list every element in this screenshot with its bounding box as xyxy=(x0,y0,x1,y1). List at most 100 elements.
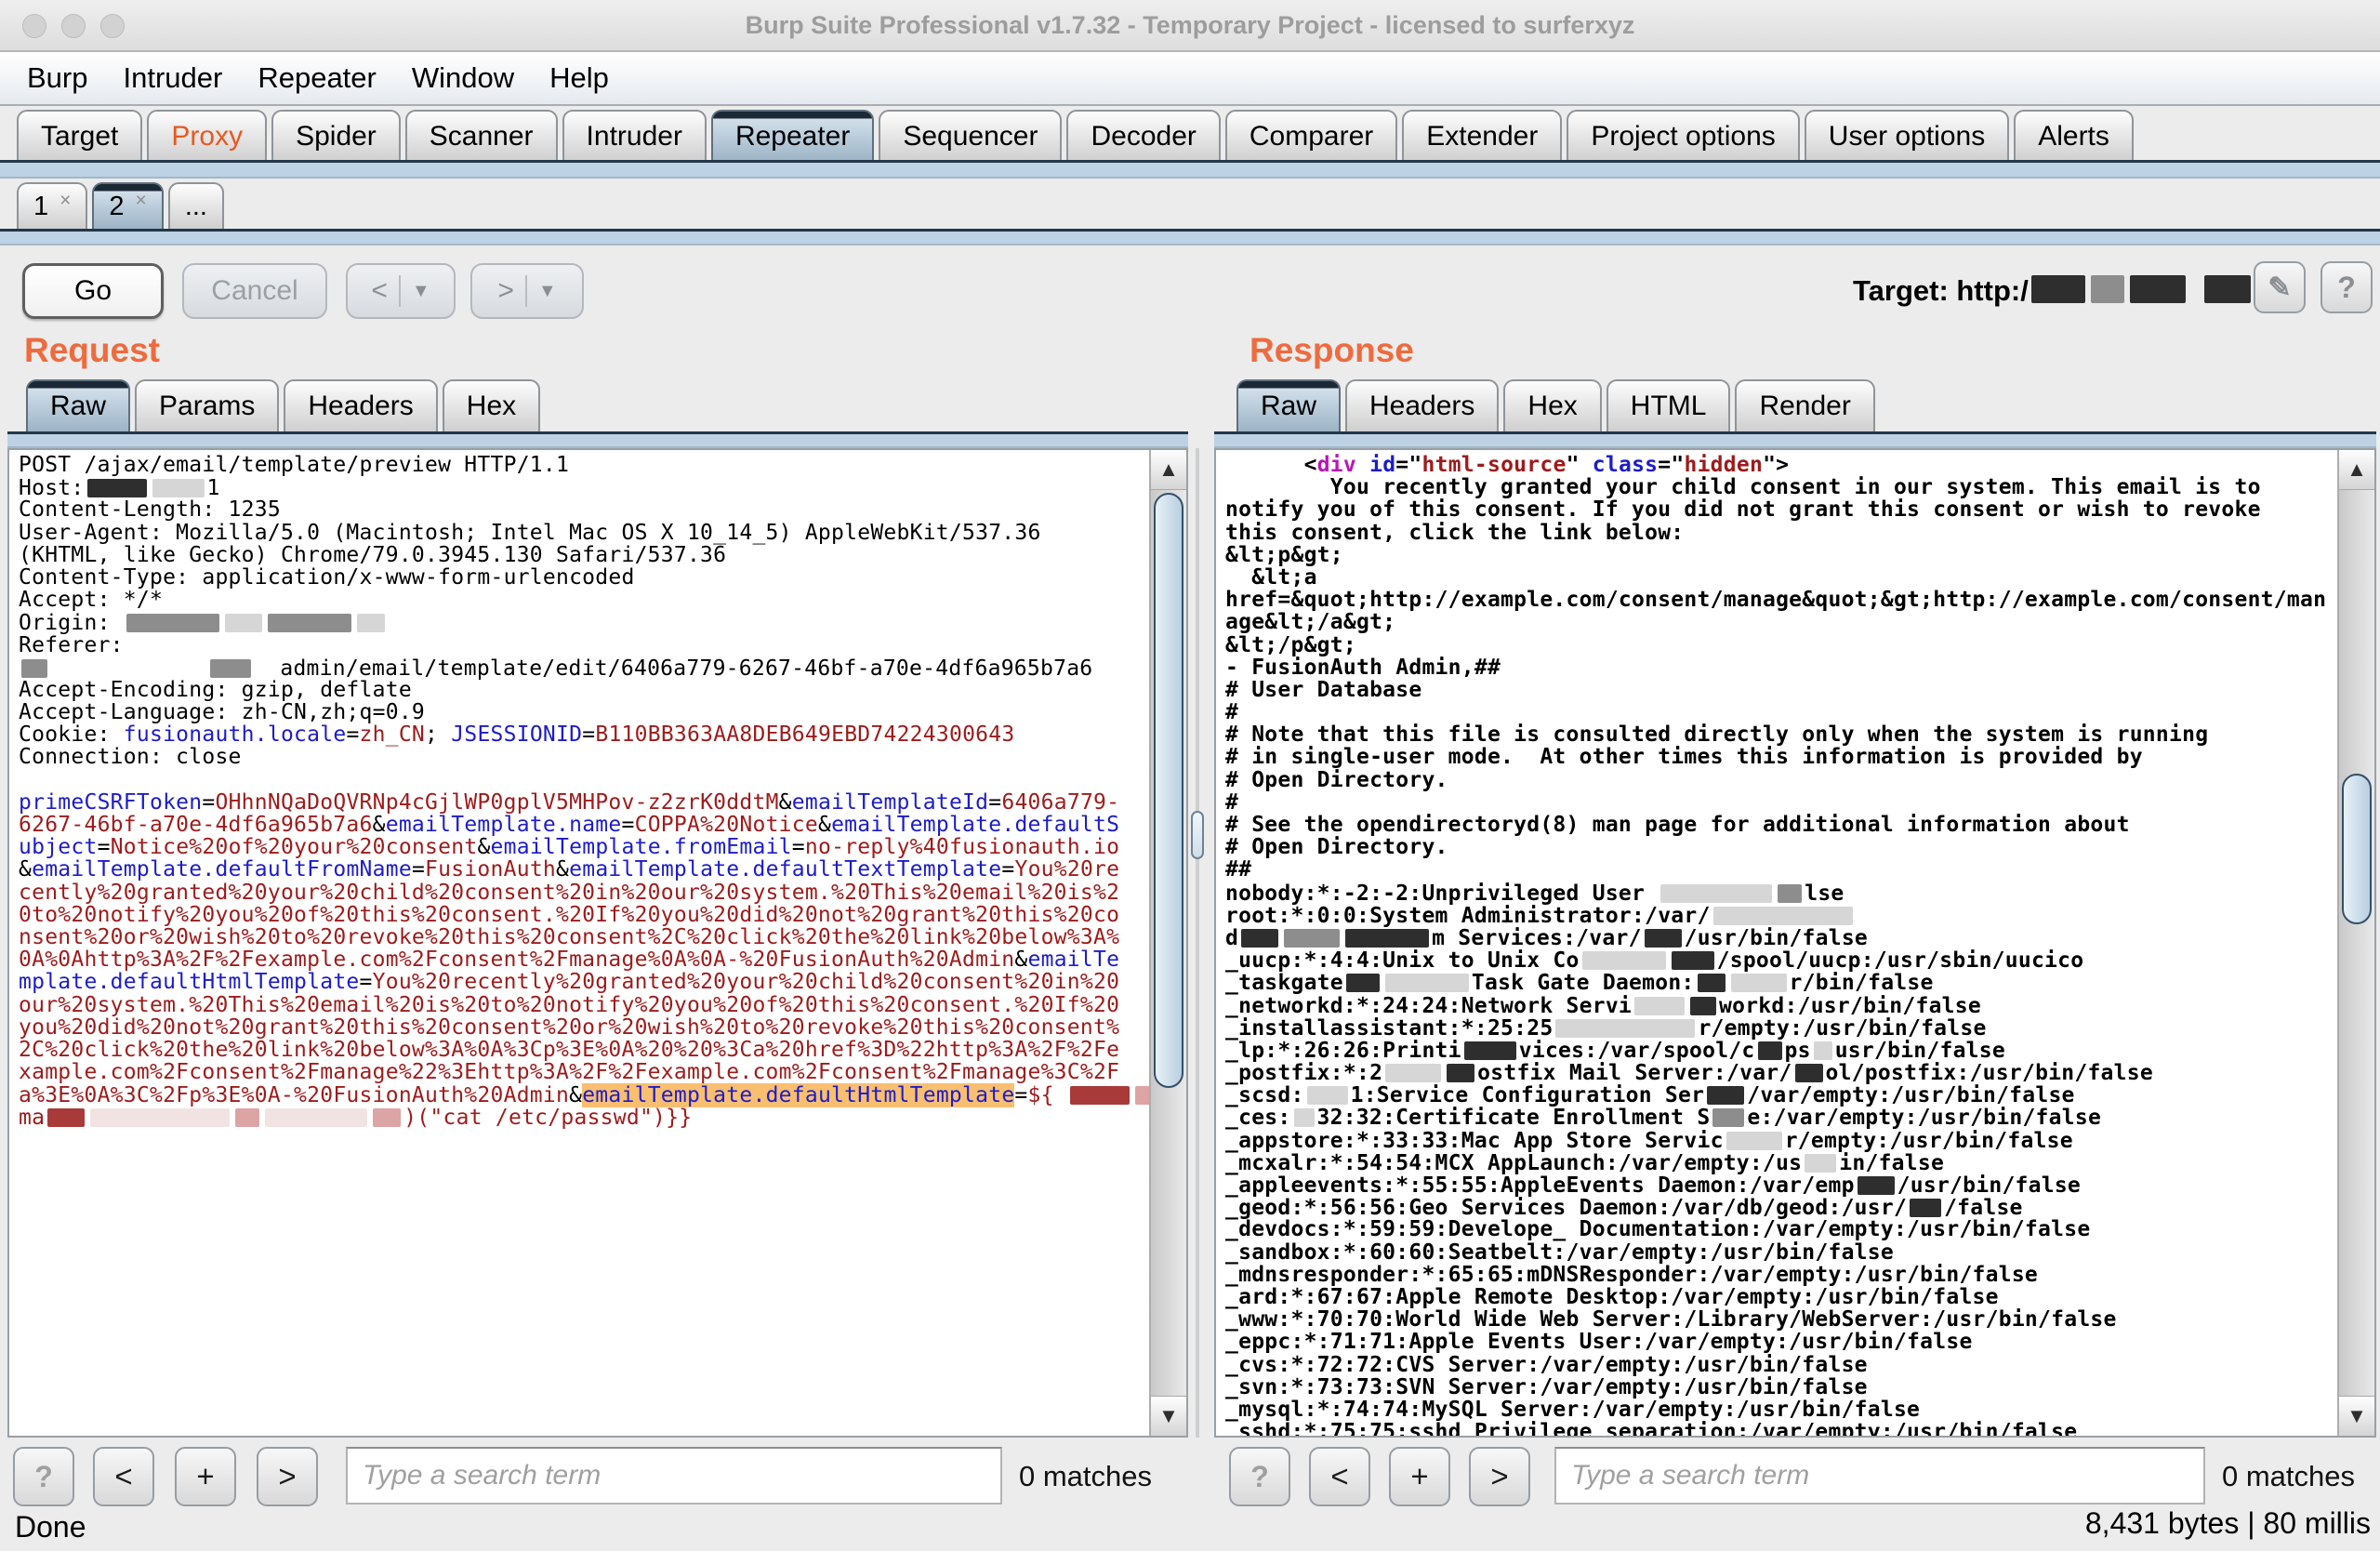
response-view-tab-render[interactable]: Render xyxy=(1735,379,1874,431)
prev-request-button[interactable]: <▼ xyxy=(346,263,456,319)
edit-target-button[interactable]: ✎ xyxy=(2254,261,2306,313)
text-segment: _devdocs:*:59:59:Develope_ Documentation… xyxy=(1225,1217,2090,1241)
redaction-block xyxy=(210,659,251,678)
text-segment: mplate.defaultHtmlTemplate xyxy=(19,970,360,994)
repeater-tab-[interactable]: ... xyxy=(168,182,224,229)
minimize-window-icon[interactable] xyxy=(61,14,86,38)
request-view-tab-raw[interactable]: Raw xyxy=(26,379,130,431)
response-search-add-button[interactable]: + xyxy=(1389,1447,1450,1506)
splitter-handle[interactable] xyxy=(1191,811,1204,859)
request-scrollbar[interactable]: ▲ ▼ xyxy=(1149,450,1186,1436)
go-button[interactable]: Go xyxy=(22,263,164,319)
right-arrow-icon: > xyxy=(278,1459,296,1494)
request-search-add-button[interactable]: + xyxy=(175,1447,236,1506)
response-search-next-button[interactable]: > xyxy=(1469,1447,1530,1506)
menu-burp[interactable]: Burp xyxy=(9,61,105,95)
text-segment: xample.com%2Fconsent%2Fmanage%22%3Ehttp%… xyxy=(19,1060,1119,1084)
text-segment: _geod:*:56:56:Geo Services Daemon:/var/d… xyxy=(1225,1196,1907,1220)
response-scrollbar[interactable]: ▲ ▼ xyxy=(2337,450,2374,1436)
text-segment: =" xyxy=(1395,453,1421,477)
text-segment: _sshd:*:75:75:sshd Privilege separation:… xyxy=(1225,1420,2077,1438)
code-line: _mysql:*:74:74:MySQL Server:/var/empty:/… xyxy=(1225,1399,2330,1421)
text-segment: ## xyxy=(1225,857,1251,882)
close-icon[interactable]: × xyxy=(136,190,147,212)
tab-proxy[interactable]: Proxy xyxy=(147,110,267,162)
scroll-up-icon[interactable]: ▲ xyxy=(1151,450,1186,490)
next-request-button[interactable]: >▼ xyxy=(470,263,584,319)
text-segment: = xyxy=(98,835,111,859)
menu-help[interactable]: Help xyxy=(532,61,627,95)
code-line: cently%20granted%20your%20child%20consen… xyxy=(19,882,1142,904)
tab-scanner[interactable]: Scanner xyxy=(405,110,558,162)
tab-label: Hex xyxy=(1527,391,1577,422)
menu-repeater[interactable]: Repeater xyxy=(240,61,394,95)
chevron-down-icon[interactable]: ▼ xyxy=(538,281,557,302)
text-segment: = xyxy=(412,857,425,882)
request-view-tab-headers[interactable]: Headers xyxy=(284,379,437,431)
request-view-tab-params[interactable]: Params xyxy=(135,379,279,431)
response-search-help-button[interactable]: ? xyxy=(1229,1447,1290,1506)
menu-bar: BurpIntruderRepeaterWindowHelp xyxy=(0,52,2380,106)
response-view-tab-html[interactable]: HTML xyxy=(1606,379,1731,431)
request-search-help-button[interactable]: ? xyxy=(13,1447,74,1506)
text-segment: _sandbox:*:60:60:Seatbelt:/var/empty:/us… xyxy=(1225,1240,1894,1265)
redaction-block xyxy=(1634,997,1685,1015)
close-window-icon[interactable] xyxy=(22,14,46,38)
target-url-label: Target: http:/ xyxy=(1853,272,2300,308)
request-scrollbar-thumb[interactable] xyxy=(1154,493,1183,1088)
code-line: 6267-46bf-a70e-4df6a965b7a6&emailTemplat… xyxy=(19,814,1142,836)
request-search-next-button[interactable]: > xyxy=(257,1447,318,1506)
text-segment: emailTemplate.fromEmail xyxy=(491,835,792,859)
close-icon[interactable]: × xyxy=(60,190,71,212)
text-segment: div xyxy=(1317,453,1356,477)
response-editor[interactable]: <div id="html-source" class="hidden"> Yo… xyxy=(1214,448,2376,1438)
menu-intruder[interactable]: Intruder xyxy=(105,61,240,95)
response-view-tab-raw[interactable]: Raw xyxy=(1236,379,1341,431)
redaction-block xyxy=(1346,974,1380,992)
text-segment: Task Gate Daemon: xyxy=(1472,971,1695,995)
cancel-button[interactable]: Cancel xyxy=(182,263,327,319)
tab-decoder[interactable]: Decoder xyxy=(1066,110,1220,162)
scroll-down-icon[interactable]: ▼ xyxy=(1151,1396,1186,1436)
menu-window[interactable]: Window xyxy=(394,61,532,95)
code-line: _installassistant:*:25:25r/empty:/usr/bi… xyxy=(1225,1016,2330,1039)
tab-sequencer[interactable]: Sequencer xyxy=(879,110,1062,162)
code-line: - FusionAuth Admin,## xyxy=(1225,656,2330,679)
code-line: _mdnsresponder:*:65:65:mDNSResponder:/va… xyxy=(1225,1264,2330,1286)
tab-label: Proxy xyxy=(171,121,243,152)
panel-splitter[interactable] xyxy=(1196,448,1199,1438)
scroll-down-icon[interactable]: ▼ xyxy=(2339,1396,2374,1436)
tab-spider[interactable]: Spider xyxy=(271,110,401,162)
request-editor[interactable]: POST /ajax/email/template/preview HTTP/1… xyxy=(7,448,1188,1438)
tab-comparer[interactable]: Comparer xyxy=(1225,110,1397,162)
tab-label: Repeater xyxy=(735,121,850,152)
repeater-tab-1[interactable]: 1× xyxy=(17,182,87,229)
redaction-block xyxy=(1814,1041,1832,1060)
text-segment: # User Database xyxy=(1225,678,1421,702)
back-arrow-icon: < xyxy=(371,275,388,307)
request-search-input[interactable] xyxy=(346,1447,1002,1505)
tab-extender[interactable]: Extender xyxy=(1402,110,1562,162)
response-search-input[interactable] xyxy=(1554,1447,2205,1505)
request-view-tab-hex[interactable]: Hex xyxy=(443,379,540,431)
help-button[interactable]: ? xyxy=(2320,261,2373,313)
response-scrollbar-thumb[interactable] xyxy=(2342,774,2372,924)
tab-project-options[interactable]: Project options xyxy=(1567,110,1799,162)
zoom-window-icon[interactable] xyxy=(100,14,125,38)
code-line: &lt;/p&gt; xyxy=(1225,634,2330,656)
text-segment: = xyxy=(1014,1083,1027,1107)
plus-icon: + xyxy=(1410,1459,1428,1494)
request-match-count: 0 matches xyxy=(1019,1460,1152,1493)
repeater-tab-2[interactable]: 2× xyxy=(92,182,163,229)
tab-target[interactable]: Target xyxy=(17,110,142,162)
tab-alerts[interactable]: Alerts xyxy=(2014,110,2134,162)
scroll-up-icon[interactable]: ▲ xyxy=(2339,450,2374,490)
response-search-prev-button[interactable]: < xyxy=(1309,1447,1370,1506)
response-view-tab-hex[interactable]: Hex xyxy=(1503,379,1601,431)
tab-repeater[interactable]: Repeater xyxy=(711,110,874,162)
tab-intruder[interactable]: Intruder xyxy=(562,110,707,162)
tab-user-options[interactable]: User options xyxy=(1805,110,2009,162)
request-search-prev-button[interactable]: < xyxy=(93,1447,154,1506)
chevron-down-icon[interactable]: ▼ xyxy=(412,281,430,302)
response-view-tab-headers[interactable]: Headers xyxy=(1345,379,1499,431)
